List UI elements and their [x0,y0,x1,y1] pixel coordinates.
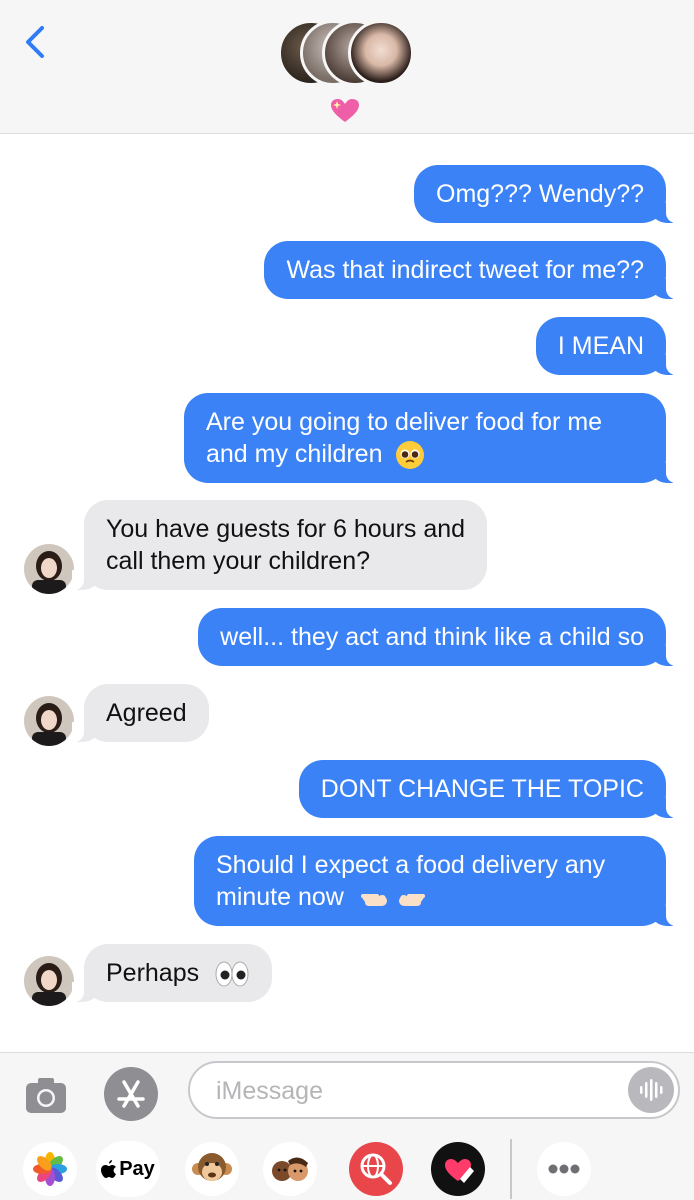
pointing-hands-icon [360,894,425,907]
outgoing-message[interactable]: I MEAN [535,317,679,375]
outgoing-message[interactable]: Omg??? Wendy?? [414,165,678,223]
message-text-line: and my children [206,440,383,468]
incoming-message[interactable]: You have guests for 6 hours and call the… [71,500,488,590]
app-store-button[interactable] [104,1067,158,1121]
message-text-line: Should I expect a food delivery any [216,851,606,879]
message-text: DONT CHANGE THE TOPIC [320,775,644,803]
message-text: I MEAN [557,332,644,360]
message-text: Was that indirect tweet for me?? [286,256,644,284]
camera-icon[interactable] [20,1071,72,1121]
apple-pay-button[interactable]: Pay [96,1141,160,1197]
apple-pay-label: Pay [119,1157,155,1180]
app-store-icon [117,1080,145,1108]
message-text: Omg??? Wendy?? [436,180,644,208]
sender-avatar[interactable] [24,956,74,1006]
outgoing-message[interactable]: Should I expect a food delivery any minu… [194,836,678,926]
app-drawer-divider [510,1139,512,1199]
sparkling-heart-icon [331,99,359,122]
message-text: well... they act and think like a child … [220,623,644,651]
message-text-line: You have guests for 6 hours and [106,515,466,543]
sender-avatar[interactable] [24,544,74,594]
compose-bar: iMessage Pay [0,1052,694,1200]
globe-search-icon [349,1142,403,1196]
web-image-search-button[interactable] [348,1141,404,1200]
imessage-input[interactable]: iMessage [188,1061,680,1119]
memoji-stickers-button[interactable] [262,1141,318,1200]
message-text-line: Are you going to deliver food for me [206,408,603,436]
message-text-line: minute now [216,883,344,911]
animoji-button[interactable] [184,1141,240,1200]
more-ellipsis-icon [537,1142,591,1196]
message-text: Perhaps [106,959,200,987]
outgoing-message[interactable]: Are you going to deliver food for me and… [184,393,678,484]
audio-record-button[interactable] [628,1067,674,1113]
outgoing-message[interactable]: well... they act and think like a child … [198,608,678,666]
outgoing-message[interactable]: DONT CHANGE THE TOPIC [298,760,679,818]
apple-logo-icon [101,1160,117,1178]
more-apps-button[interactable] [536,1141,592,1200]
memoji-stickers-icon [263,1142,317,1196]
input-placeholder: iMessage [216,1077,323,1105]
eyes-icon [215,961,249,987]
sender-avatar[interactable] [24,696,74,746]
photos-icon [23,1142,77,1196]
incoming-message[interactable]: Agreed [72,684,209,742]
incoming-message[interactable]: Perhaps [71,944,273,1002]
monkey-animoji-icon [185,1142,239,1196]
message-text: Agreed [106,699,187,727]
photos-app-button[interactable] [22,1141,78,1200]
outgoing-message[interactable]: Was that indirect tweet for me?? [264,241,678,299]
sender-photo [24,696,74,746]
sender-photo [24,956,74,1006]
digital-touch-icon [431,1142,485,1196]
sender-photo [24,544,74,594]
audio-waveform-icon [640,1079,663,1101]
message-text-line: call them your children? [106,547,371,575]
back-chevron-icon[interactable] [18,22,54,62]
pleading-face-icon [396,441,425,470]
conversation-header [0,0,694,134]
group-member-avatar [348,20,414,86]
group-avatar-stack[interactable] [278,20,418,92]
digital-touch-button[interactable] [430,1141,486,1200]
